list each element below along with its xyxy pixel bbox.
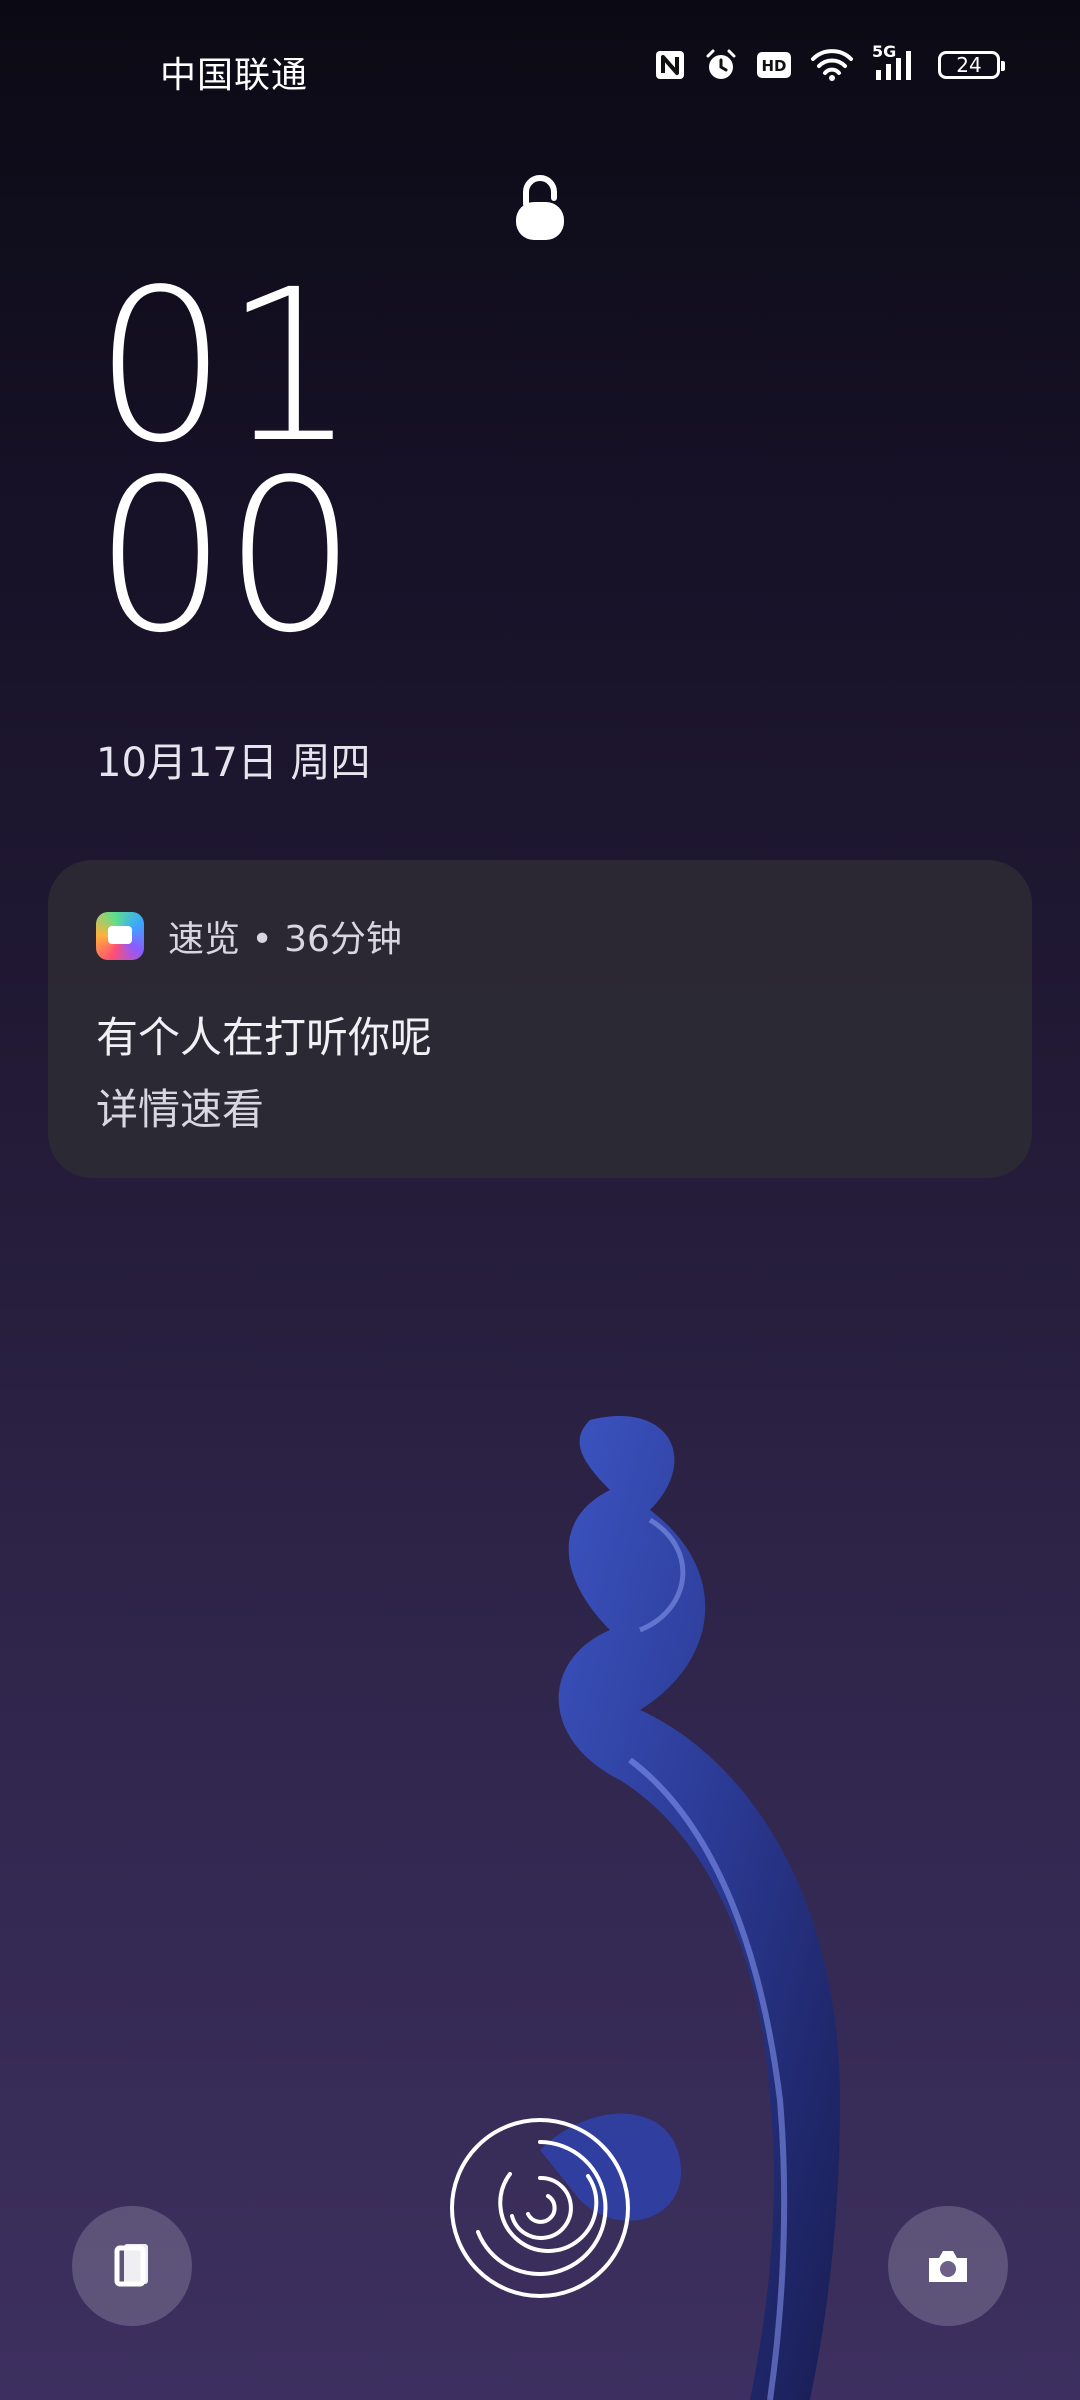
- nfc-icon: [656, 51, 684, 79]
- wallet-button[interactable]: [72, 2206, 192, 2326]
- notification-header: 速览 • 36分钟: [168, 919, 402, 960]
- battery-icon: 24: [938, 51, 1005, 79]
- quick-view-app-icon: [96, 912, 144, 960]
- clock-minutes: 00: [94, 434, 357, 679]
- notification-card[interactable]: 速览 • 36分钟 有个人在打听你呢 详情速看: [48, 860, 1032, 1178]
- camera-icon: [929, 2251, 967, 2282]
- wifi-icon: [811, 49, 853, 81]
- signal-5g-icon: 5G: [872, 42, 920, 82]
- hd-icon: HD: [757, 52, 791, 78]
- date-text: 10月17日 周四: [96, 740, 371, 786]
- battery-level: 24: [956, 53, 982, 77]
- fingerprint-icon[interactable]: [448, 2116, 632, 2300]
- camera-button[interactable]: [888, 2206, 1008, 2326]
- notification-title: 有个人在打听你呢: [96, 1013, 433, 1062]
- status-bar: 中国联通 HD 5G 24: [0, 0, 1080, 120]
- alarm-icon: [706, 49, 736, 79]
- lock-screen-clock: 01 00: [94, 262, 357, 679]
- carrier-name: 中国联通: [160, 55, 309, 96]
- notification-body: 详情速看: [96, 1085, 265, 1134]
- lock-icon: [516, 175, 564, 240]
- wallet-icon: [114, 2244, 148, 2287]
- status-icons: HD 5G 24: [654, 42, 1005, 82]
- svg-text:HD: HD: [761, 57, 786, 75]
